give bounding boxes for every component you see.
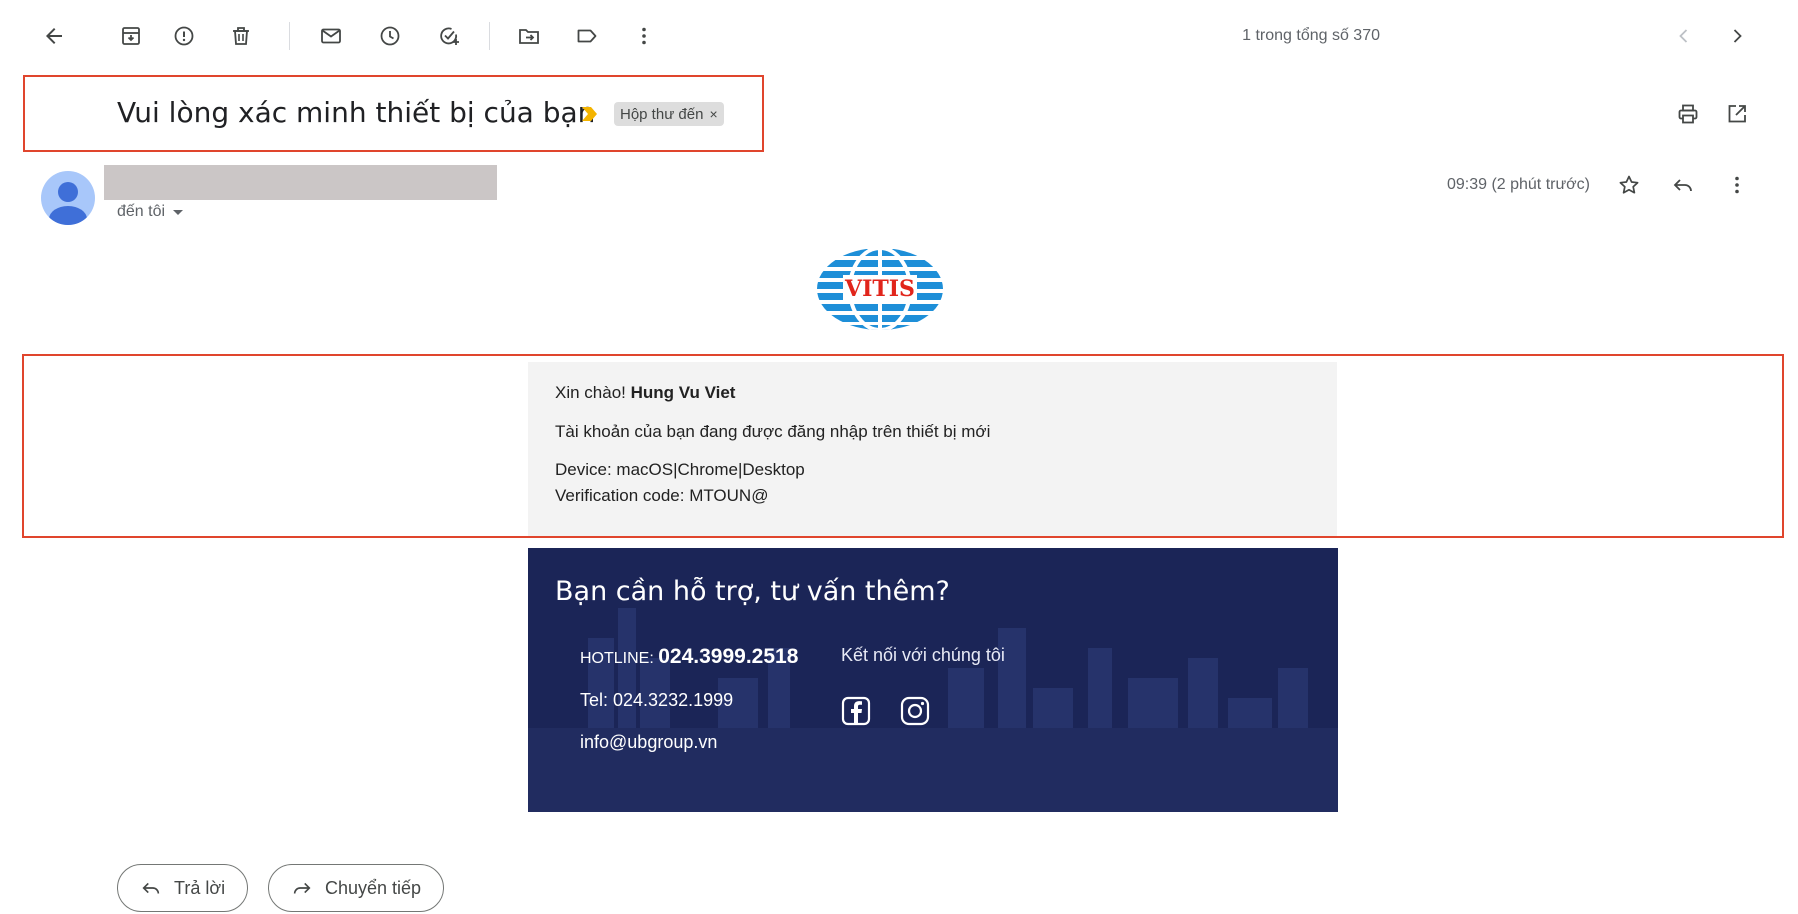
recipient-details-toggle[interactable]: đến tôi xyxy=(117,203,184,221)
archive-button[interactable] xyxy=(111,16,151,56)
message-toolbar: 1 trong tổng số 370 xyxy=(0,0,1798,72)
recipient-text: đến tôi xyxy=(117,203,166,220)
forward-action-button[interactable]: Chuyển tiếp xyxy=(268,864,445,912)
reply-button[interactable] xyxy=(1663,165,1703,205)
star-icon xyxy=(1619,175,1639,194)
support-email-link[interactable]: info@ubgroup.vn xyxy=(580,732,717,753)
instagram-icon[interactable] xyxy=(900,696,930,726)
report-spam-button[interactable] xyxy=(164,16,204,56)
label-icon xyxy=(577,29,597,43)
connect-heading: Kết nối với chúng tôi xyxy=(841,645,1005,665)
forward-label: Chuyển tiếp xyxy=(325,877,422,898)
support-title: Bạn cần hỗ trợ, tư vấn thêm? xyxy=(555,576,950,607)
more-vert-icon xyxy=(1735,176,1739,194)
toolbar-divider xyxy=(289,22,290,50)
facebook-icon[interactable] xyxy=(841,696,871,726)
sender-avatar[interactable] xyxy=(41,171,95,225)
support-banner: Bạn cần hỗ trợ, tư vấn thêm? HOTLINE: 02… xyxy=(528,548,1338,812)
task-add-icon xyxy=(440,27,459,45)
greeting-name: Hung Vu Viet xyxy=(630,383,736,402)
archive-icon xyxy=(122,27,140,45)
trash-icon xyxy=(233,27,249,45)
label-chip-inbox[interactable]: Hộp thư đến × xyxy=(614,102,724,126)
open-in-new-icon xyxy=(1728,105,1746,123)
star-button[interactable] xyxy=(1609,165,1649,205)
toolbar-divider xyxy=(489,22,490,50)
vitis-logo: VITIS xyxy=(817,248,943,330)
chevron-right-icon xyxy=(1733,29,1742,43)
login-notice: Tài khoản của bạn đang được đăng nhập tr… xyxy=(555,422,991,441)
message-time: 09:39 (2 phút trước) xyxy=(1446,176,1590,193)
pager-count: 1 trong tổng số 370 xyxy=(1242,27,1380,44)
move-to-button[interactable] xyxy=(509,16,549,56)
hotline-label: HOTLINE: xyxy=(580,650,659,667)
remove-label-icon[interactable]: × xyxy=(709,106,717,122)
reply-icon xyxy=(142,882,160,894)
importance-marker-icon[interactable] xyxy=(580,105,600,123)
older-button[interactable] xyxy=(1717,16,1757,56)
greeting-line: Xin chào! Hung Vu Viet xyxy=(555,383,735,403)
add-to-tasks-button[interactable] xyxy=(429,16,469,56)
logo-text: VITIS xyxy=(844,276,915,302)
gmail-message-view: 1 trong tổng số 370 Vui lòng xác minh th… xyxy=(0,0,1798,914)
person-icon xyxy=(49,182,87,225)
reply-action-button[interactable]: Trả lời xyxy=(117,864,249,912)
hotline-number[interactable]: 024.3999.2518 xyxy=(658,645,798,668)
verification-code: Verification code: MTOUN@ xyxy=(555,486,769,505)
mark-unread-button[interactable] xyxy=(311,16,351,56)
folder-move-icon xyxy=(519,29,539,44)
forward-icon xyxy=(293,882,311,894)
back-button[interactable] xyxy=(34,16,74,56)
report-icon xyxy=(174,26,194,46)
label-chip-text: Hộp thư đến xyxy=(620,105,704,123)
mail-icon xyxy=(321,28,341,44)
print-icon xyxy=(1678,104,1698,124)
reply-icon xyxy=(1673,179,1692,192)
newer-button[interactable] xyxy=(1664,16,1704,56)
decorative-mark xyxy=(1039,300,1041,312)
labels-button[interactable] xyxy=(567,16,607,56)
more-vert-icon xyxy=(642,27,646,45)
more-options-button[interactable] xyxy=(624,16,664,56)
print-button[interactable] xyxy=(1668,94,1708,134)
hotline: HOTLINE: 024.3999.2518 xyxy=(580,645,798,669)
clock-icon xyxy=(380,26,400,46)
sender-name-redacted xyxy=(104,165,497,200)
greeting-prefix: Xin chào! xyxy=(555,383,631,402)
reply-label: Trả lời xyxy=(174,877,226,898)
device-info: Device: macOS|Chrome|Desktop xyxy=(555,460,805,479)
snooze-button[interactable] xyxy=(370,16,410,56)
telephone: Tel: 024.3232.1999 xyxy=(580,690,734,710)
message-subject: Vui lòng xác minh thiết bị của bạn xyxy=(117,96,596,129)
arrow-left-icon xyxy=(46,28,62,44)
message-more-button[interactable] xyxy=(1717,165,1757,205)
chevron-left-icon xyxy=(1679,29,1688,43)
caret-down-icon xyxy=(173,209,184,215)
open-new-window-button[interactable] xyxy=(1717,94,1757,134)
delete-button[interactable] xyxy=(221,16,261,56)
